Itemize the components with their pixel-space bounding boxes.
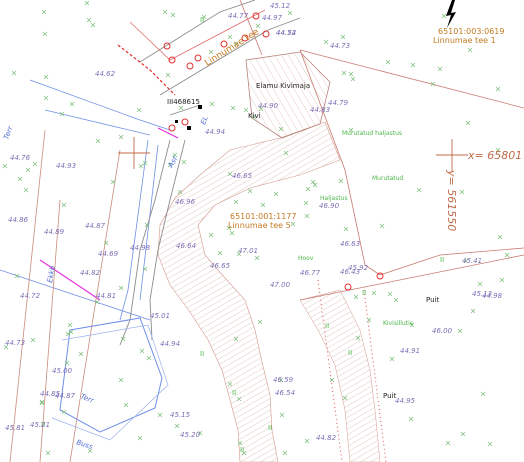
elevation-label: 44.82 [80,269,101,277]
elevation-label: 45.12 [270,2,291,10]
elevation-label: 44.98 [130,244,151,252]
grid-y-label: y= 561550 [445,169,458,231]
elevation-label: 44.72 [20,292,41,300]
elevation-label: 44.97 [262,14,283,22]
elevation-label: 45.21 [30,421,50,429]
veg-label-e: Hoov [298,255,314,262]
building-label-c: Puit [383,392,396,400]
parcel-id-center: 65101:001:1177 [230,212,296,221]
elevation-label: 46.65 [232,172,253,180]
elevation-label: 46.65 [210,262,231,270]
svg-text:II: II [440,256,444,264]
lane-hatched-area [299,289,381,462]
elevation-label: 44.81 [96,292,116,300]
svg-text:II: II [240,446,244,454]
elevation-label: 44.69 [98,250,119,258]
building-label-b: Puit [426,296,439,304]
elevation-label: 45.20 [180,431,201,439]
elevation-label: 45.92 [348,264,369,272]
bus-label: Buss [75,438,94,451]
elevation-label: 46.54 [275,389,295,397]
elevation-label: 44.73 [330,42,350,50]
id-box-label: Ekkb [46,265,57,284]
elevation-label: 46.00 [432,327,453,335]
elevation-label: 46.90 [319,202,340,210]
veg-label-a: Murutatud haljastus [342,130,402,137]
elevation-label: 45.41 [462,257,482,265]
grid-x-label: x= 65801 [467,149,522,162]
building-hatched [245,51,331,139]
elevation-label: 44.94 [160,340,180,348]
svg-text:II: II [362,289,366,297]
red-dashed-line [117,44,176,96]
elevation-label: 44.76 [10,154,31,162]
elevation-label: 47.01 [238,247,258,255]
elevation-label: 44.86 [8,216,29,224]
elevation-label: 44.62 [95,70,116,78]
svg-text:II: II [200,16,204,24]
survey-map[interactable]: 44.62 44.76 44.93 44.86 44.89 44.82 44.72 44.73… [0,0,524,462]
svg-text:II: II [200,350,204,358]
elevation-label: 44.90 [258,102,279,110]
parcel-street-top-right: Linnumae tee 1 [433,36,496,45]
north-arrow-icon [446,0,456,28]
svg-text:II: II [232,389,236,397]
grid-cross-left [118,137,150,169]
elevation-label: 45.15 [170,411,191,419]
elevation-label: 46.63 [340,240,360,248]
elevation-label: 46.59 [273,376,294,384]
elevation-label: 45.01 [150,312,170,320]
terr-label-b: Terr [79,392,96,405]
terr-label-a: Terr [2,124,15,140]
elevation-label: 44.95 [395,397,416,405]
elevation-label: 44.82 [316,434,337,442]
elevation-label: 44.83 [310,106,330,114]
elevation-label: 45.13 [472,290,492,298]
elevation-label: 47.00 [270,281,291,289]
survey-map-canvas[interactable]: 44.62 44.76 44.93 44.86 44.89 44.82 44.72 44.73… [0,0,524,462]
elevation-label: 44.87 [85,222,106,230]
elevation-label: 44.79 [328,99,349,107]
grid-cross-right [436,139,468,171]
elevation-label: 44.87 [55,392,76,400]
veg-label-d: Haljastus [320,195,348,202]
elevation-label: 46.96 [175,198,196,206]
cable-label: EL [199,115,209,126]
pole-label: III468615 [167,98,200,106]
utility-lines [0,79,171,321]
elevation-label: 44.54 [276,29,296,37]
elevation-label: 45.00 [52,367,73,375]
elevation-label: 46.64 [176,242,196,250]
veg-label-b: Murutatud [372,175,403,182]
svg-text:II: II [325,322,329,330]
veg-label-c: Kivisillutis [383,320,413,327]
elevation-label: 44.94 [205,128,225,136]
elevation-label: 44.73 [5,339,25,347]
elevation-label: 44.89 [44,228,65,236]
parcel-street-center: Linnumae tee 5 [228,221,291,230]
elevation-label: 46.77 [300,269,321,277]
svg-text:II: II [348,349,352,357]
svg-text:II: II [268,424,272,432]
building-label-a: Elamu Kivimaja [256,82,310,90]
building-outline-blue [51,317,169,441]
elevation-label: 44.93 [56,162,76,170]
parcel-id-top-right: 65101:003:0619 [438,27,504,36]
elevation-label: 44.77 [228,12,249,20]
road-sign-label: Kivi [248,112,261,120]
elevation-label: 44.91 [400,347,420,355]
elevation-label: 45.81 [5,424,25,432]
